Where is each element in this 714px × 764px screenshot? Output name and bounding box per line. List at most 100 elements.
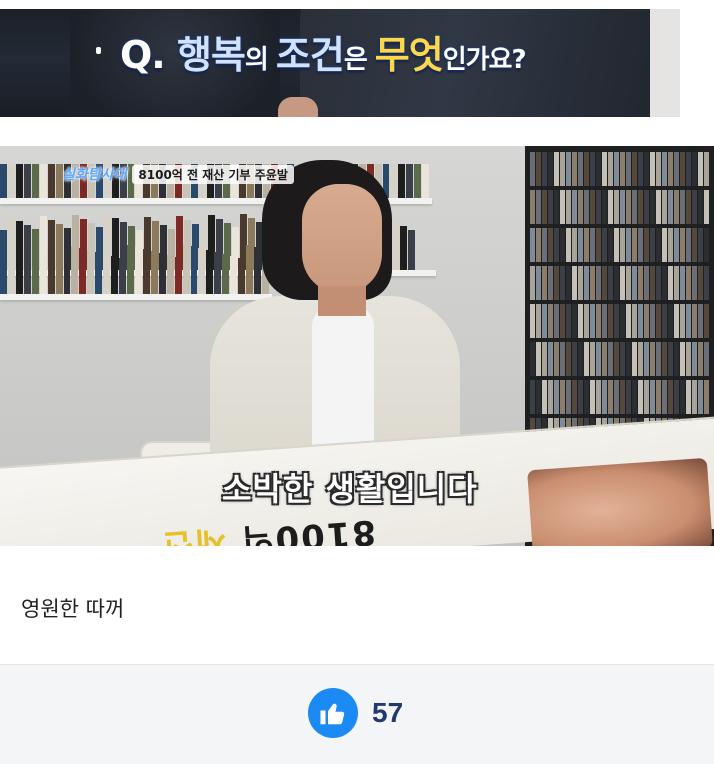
dvd-spine [662, 152, 667, 186]
dvd-spine [692, 304, 697, 338]
dvd-spine [704, 152, 709, 186]
book-spine [230, 256, 238, 294]
book-spine [198, 248, 206, 294]
dvd-row [530, 342, 714, 376]
dvd-spine [596, 380, 601, 414]
dvd-spine [602, 228, 607, 262]
dvd-spine [638, 380, 643, 414]
dvd-spine [548, 152, 553, 186]
post-body-text: 영원한 따꺼 [21, 597, 125, 621]
dvd-spine [542, 152, 547, 186]
dvd-spine [608, 380, 613, 414]
dvd-spine [548, 266, 553, 300]
dvd-spine [668, 380, 673, 414]
dvd-spine [650, 342, 655, 376]
dvd-spine [584, 152, 589, 186]
dvd-spine [638, 152, 643, 186]
book-spine [23, 164, 31, 198]
dvd-spine [698, 228, 703, 262]
dvd-spine [626, 228, 631, 262]
dvd-spine [650, 190, 655, 224]
dvd-spine [578, 152, 583, 186]
dvd-spine [542, 342, 547, 376]
dvd-spine [542, 266, 547, 300]
dvd-spine [674, 380, 679, 414]
dvd-spine [566, 342, 571, 376]
caption-word-condition: 조건 [275, 33, 345, 77]
dvd-spine [626, 190, 631, 224]
book-spine [111, 256, 119, 294]
dvd-spine [560, 342, 565, 376]
dvd-row [530, 380, 714, 414]
dvd-spine [614, 190, 619, 224]
person-face [302, 184, 382, 294]
book-spine [15, 164, 23, 198]
thumbs-up-icon [308, 688, 358, 738]
book-spine [190, 246, 198, 294]
dvd-spine [590, 190, 595, 224]
dvd-spine [542, 190, 547, 224]
book-spine [31, 251, 39, 294]
dvd-spine [608, 152, 613, 186]
dvd-spine [704, 190, 709, 224]
dvd-spine [668, 304, 673, 338]
dvd-spine [632, 152, 637, 186]
dvd-spine [560, 380, 565, 414]
book-spine [15, 247, 23, 294]
main-photo: 8100억 재산 실화탐사대 8100억 전 재산 기부 주윤발 소박한 생활입… [0, 146, 714, 546]
dvd-spine [626, 266, 631, 300]
dvd-spine [578, 342, 583, 376]
dvd-spine [602, 266, 607, 300]
dvd-spine [644, 190, 649, 224]
dvd-spine [644, 304, 649, 338]
dvd-row [530, 228, 714, 262]
dvd-spine [590, 228, 595, 262]
dvd-spine [620, 342, 625, 376]
dvd-spine [602, 190, 607, 224]
dvd-spine [602, 380, 607, 414]
dvd-spine [608, 304, 613, 338]
dvd-spine [530, 380, 535, 414]
book-spine [406, 164, 414, 198]
dvd-spine [632, 380, 637, 414]
dvd-spine [698, 380, 703, 414]
dvd-spine [584, 190, 589, 224]
book-spine [254, 247, 261, 294]
dvd-spine [620, 380, 625, 414]
dvd-spine [602, 304, 607, 338]
dvd-spine [644, 228, 649, 262]
dvd-spine [590, 380, 595, 414]
dvd-spine [686, 266, 691, 300]
dvd-spine [632, 342, 637, 376]
dvd-spine [530, 228, 535, 262]
person-neck [318, 286, 366, 316]
dvd-spine [548, 228, 553, 262]
dvd-spine [626, 380, 631, 414]
dvd-spine [704, 342, 709, 376]
book-spine [39, 164, 47, 198]
dvd-spine [536, 152, 541, 186]
book-spine [182, 244, 190, 294]
dvd-spine [674, 304, 679, 338]
dvd-spine [674, 266, 679, 300]
dvd-spine [674, 342, 679, 376]
dvd-spine [620, 152, 625, 186]
like-button[interactable]: 57 [298, 687, 413, 739]
dvd-spine [554, 228, 559, 262]
dvd-spine [596, 304, 601, 338]
dvd-spine [686, 190, 691, 224]
book-spine [31, 164, 39, 198]
book-spine [103, 254, 111, 294]
dvd-spine [686, 152, 691, 186]
top-image: Q. 행복의 조건은 무엇인가요? [0, 9, 680, 117]
dvd-spine [638, 266, 643, 300]
image-edge [650, 9, 680, 117]
book-spine [119, 258, 126, 294]
dvd-spine [704, 228, 709, 262]
dvd-spine [620, 190, 625, 224]
book-spine [158, 253, 166, 294]
dvd-spine [572, 266, 577, 300]
dvd-spine [530, 190, 535, 224]
book-spine [422, 164, 430, 198]
dvd-spine [698, 342, 703, 376]
